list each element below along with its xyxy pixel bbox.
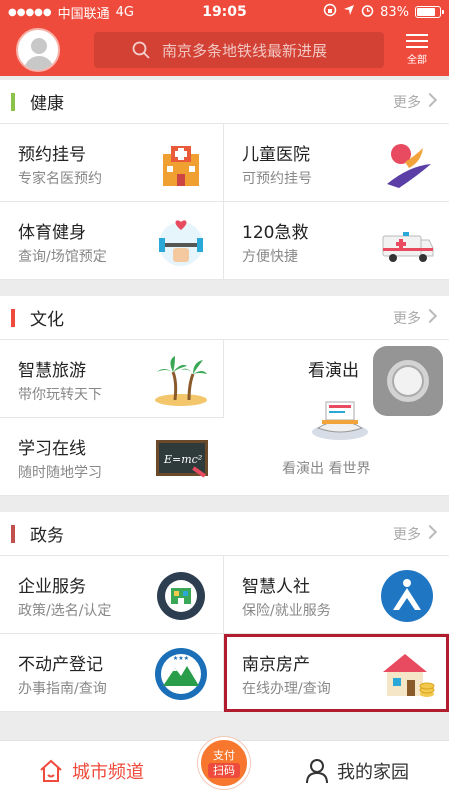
- mountain-emblem-icon: ★★★: [155, 648, 207, 700]
- status-bar: ●●●●● 中国联通 4G 19:05 83%: [0, 0, 449, 24]
- avatar[interactable]: [16, 28, 60, 72]
- all-menu-button[interactable]: 全部: [397, 34, 437, 66]
- section-government: 政务 更多 企业服务 政策/选名/认定 智慧人社 保险/就业服务 不动产登记 办…: [0, 512, 449, 712]
- assistive-touch-button[interactable]: [373, 346, 443, 416]
- board-formula: E=mc²: [163, 453, 202, 466]
- item-title: 智慧旅游: [18, 361, 86, 381]
- more-link[interactable]: 更多: [393, 524, 421, 544]
- item-title: 儿童医院: [242, 145, 310, 165]
- ambulance-icon: [382, 232, 434, 262]
- service-item-real-estate-registration[interactable]: 不动产登记 办事指南/查询 ★★★: [0, 634, 224, 712]
- section-accent-bar: [11, 309, 15, 327]
- item-title: 不动产登记: [18, 655, 103, 675]
- more-link[interactable]: 更多: [393, 308, 421, 328]
- blackboard-icon: E=mc²: [156, 440, 208, 478]
- section-accent-bar: [11, 525, 15, 543]
- section-accent-bar: [11, 93, 15, 111]
- tab-my-home[interactable]: 我的家园: [305, 758, 409, 784]
- menu-label: 全部: [407, 55, 427, 66]
- tab-city-channel[interactable]: 城市频道: [38, 758, 144, 784]
- signal-icon: ●●●●●: [8, 6, 52, 18]
- section-title: 健康: [30, 94, 64, 114]
- section-health: 健康 更多 预约挂号 专家名医预约 儿童医院 可预约挂号 体育健身 查询/场馆预…: [0, 80, 449, 280]
- search-box[interactable]: 南京多条地铁线最新进展: [94, 32, 384, 68]
- section-title: 政务: [30, 526, 64, 546]
- battery-percent: 83%: [380, 4, 409, 20]
- item-title: 企业服务: [18, 577, 86, 597]
- item-title: 体育健身: [18, 223, 86, 243]
- item-title: 预约挂号: [18, 145, 86, 165]
- hospital-icon: [163, 146, 199, 186]
- dumbbell-icon: [159, 220, 203, 266]
- gear-building-icon: [157, 572, 205, 620]
- search-icon: [132, 41, 150, 63]
- item-subtitle: 专家名医预约: [18, 171, 102, 187]
- scan-label: 扫码: [208, 763, 240, 779]
- item-subtitle: 方便快捷: [242, 249, 298, 265]
- service-item-online-learning[interactable]: 学习在线 随时随地学习 E=mc²: [0, 418, 224, 496]
- item-subtitle: 查询/场馆预定: [18, 249, 107, 265]
- palm-tree-icon: [155, 356, 207, 406]
- service-item-nanjing-housing[interactable]: 南京房产 在线办理/查询: [224, 634, 449, 712]
- theater-icon: [312, 401, 368, 440]
- search-placeholder: 南京多条地铁线最新进展: [162, 41, 328, 60]
- battery-icon: [415, 6, 444, 18]
- pay-scan-button[interactable]: 支付 扫码: [194, 737, 254, 797]
- chevron-right-icon[interactable]: [422, 524, 438, 540]
- service-item-emergency-120[interactable]: 120急救 方便快捷: [224, 202, 449, 280]
- tab-label: 我的家园: [337, 761, 409, 783]
- item-subtitle: 在线办理/查询: [242, 681, 331, 697]
- item-title: 智慧人社: [242, 577, 310, 597]
- clock: 19:05: [202, 4, 247, 20]
- service-item-enterprise[interactable]: 企业服务 政策/选名/认定: [0, 556, 224, 634]
- service-item-smart-tourism[interactable]: 智慧旅游 带你玩转天下: [0, 340, 224, 418]
- item-title: 南京房产: [242, 655, 310, 675]
- item-subtitle: 看演出 看世界: [282, 461, 371, 477]
- more-link[interactable]: 更多: [393, 92, 421, 112]
- service-item-social-security[interactable]: 智慧人社 保险/就业服务: [224, 556, 449, 634]
- pay-label: 支付: [213, 748, 235, 762]
- menu-icon: [406, 34, 428, 48]
- section-culture: 文化 更多 智慧旅游 带你玩转天下 学习在线 随时随地学习 E=mc² 看演出 …: [0, 296, 449, 496]
- item-subtitle: 保险/就业服务: [242, 603, 331, 619]
- bottom-tab-bar: 城市频道 支付 扫码 我的家园: [0, 737, 449, 800]
- service-item-children-hospital[interactable]: 儿童医院 可预约挂号: [224, 124, 449, 202]
- item-subtitle: 办事指南/查询: [18, 681, 107, 697]
- tab-label: 城市频道: [72, 761, 144, 783]
- house-icon: [383, 654, 435, 697]
- section-title: 文化: [30, 310, 64, 330]
- section-header: 健康 更多: [0, 80, 449, 124]
- service-item-appointment[interactable]: 预约挂号 专家名医预约: [0, 124, 224, 202]
- carrier-label: 中国联通: [57, 6, 110, 22]
- item-title: 学习在线: [18, 439, 86, 459]
- user-icon: [306, 758, 328, 783]
- child-hospital-icon: [387, 144, 431, 188]
- item-title: 120急救: [242, 223, 309, 243]
- header: 南京多条地铁线最新进展 全部: [0, 24, 449, 76]
- svg-text:★★★: ★★★: [173, 655, 189, 662]
- home-icon: [40, 759, 62, 782]
- social-security-icon: [381, 570, 433, 622]
- item-subtitle: 随时随地学习: [18, 465, 102, 481]
- chevron-right-icon[interactable]: [422, 308, 438, 324]
- service-item-fitness[interactable]: 体育健身 查询/场馆预定: [0, 202, 224, 280]
- item-subtitle: 可预约挂号: [242, 171, 312, 187]
- item-subtitle: 带你玩转天下: [18, 387, 102, 403]
- alarm-icon: [361, 4, 374, 21]
- section-header: 文化 更多: [0, 296, 449, 340]
- chevron-right-icon[interactable]: [422, 92, 438, 108]
- lock-rotation-icon: [323, 3, 337, 21]
- location-icon: [343, 4, 355, 20]
- item-subtitle: 政策/选名/认定: [18, 603, 112, 619]
- service-item-shows[interactable]: 看演出 看演出 看世界: [224, 340, 449, 496]
- item-title: 看演出: [308, 361, 359, 381]
- section-header: 政务 更多: [0, 512, 449, 556]
- network-label: 4G: [115, 4, 135, 20]
